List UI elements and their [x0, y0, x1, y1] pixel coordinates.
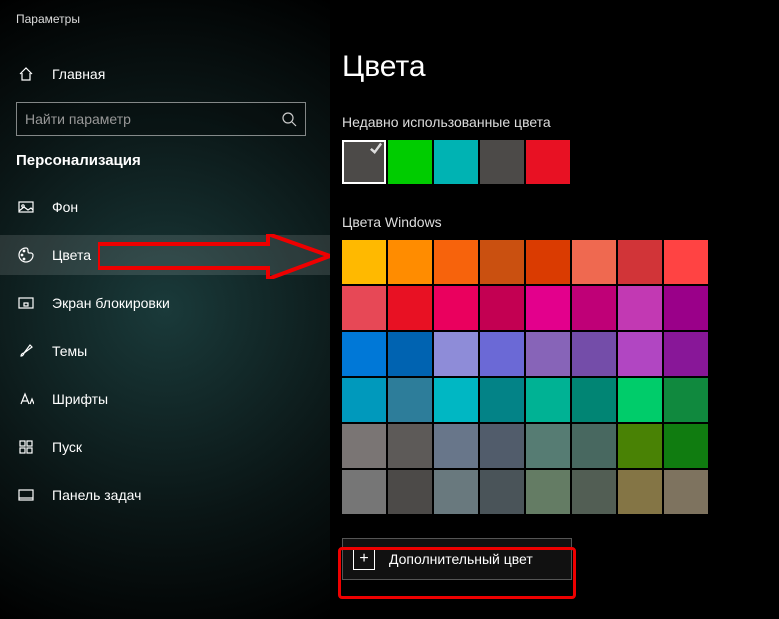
color-swatch[interactable] [664, 424, 708, 468]
sidebar-item-label: Панель задач [52, 487, 141, 503]
color-swatch[interactable] [480, 286, 524, 330]
recent-color-swatch[interactable] [480, 140, 524, 184]
color-swatch[interactable] [388, 378, 432, 422]
color-swatch[interactable] [434, 332, 478, 376]
plus-icon: + [353, 548, 375, 570]
font-icon [16, 389, 36, 409]
color-swatch[interactable] [526, 332, 570, 376]
color-swatch[interactable] [664, 378, 708, 422]
nav-home[interactable]: Главная [0, 54, 330, 94]
color-swatch[interactable] [480, 424, 524, 468]
search-box[interactable] [16, 102, 306, 136]
color-swatch[interactable] [388, 424, 432, 468]
color-swatch[interactable] [664, 332, 708, 376]
sidebar-item-label: Шрифты [52, 391, 108, 407]
search-input[interactable] [25, 111, 281, 127]
color-swatch[interactable] [618, 286, 662, 330]
color-swatch[interactable] [480, 378, 524, 422]
color-swatch[interactable] [664, 470, 708, 514]
start-icon [16, 437, 36, 457]
windows-colors-label: Цвета Windows [342, 214, 779, 230]
taskbar-icon [16, 485, 36, 505]
color-swatch[interactable] [572, 470, 616, 514]
sidebar-item-picture[interactable]: Фон [0, 187, 330, 227]
home-icon [16, 64, 36, 84]
color-swatch[interactable] [618, 470, 662, 514]
sidebar-item-label: Цвета [52, 247, 91, 263]
sidebar-item-palette[interactable]: Цвета [0, 235, 330, 275]
color-swatch[interactable] [388, 470, 432, 514]
recent-color-swatch[interactable] [388, 140, 432, 184]
sidebar-item-label: Экран блокировки [52, 295, 170, 311]
color-swatch[interactable] [526, 240, 570, 284]
color-swatch[interactable] [388, 240, 432, 284]
color-swatch[interactable] [434, 424, 478, 468]
color-swatch[interactable] [526, 470, 570, 514]
color-swatch[interactable] [434, 240, 478, 284]
brush-icon [16, 341, 36, 361]
sidebar-item-font[interactable]: Шрифты [0, 379, 330, 419]
color-swatch[interactable] [572, 332, 616, 376]
sidebar-item-lockscreen[interactable]: Экран блокировки [0, 283, 330, 323]
color-swatch[interactable] [618, 424, 662, 468]
recent-color-swatch[interactable] [526, 140, 570, 184]
color-swatch[interactable] [342, 378, 386, 422]
color-swatch[interactable] [342, 424, 386, 468]
color-swatch[interactable] [342, 240, 386, 284]
sidebar-item-label: Темы [52, 343, 87, 359]
sidebar-item-label: Фон [52, 199, 78, 215]
color-swatch[interactable] [342, 332, 386, 376]
main-panel: Цвета Недавно использованные цвета Цвета… [330, 0, 779, 619]
color-swatch[interactable] [388, 332, 432, 376]
color-swatch[interactable] [618, 240, 662, 284]
color-swatch[interactable] [434, 470, 478, 514]
section-title: Персонализация [16, 152, 330, 169]
color-swatch[interactable] [434, 378, 478, 422]
color-swatch[interactable] [526, 378, 570, 422]
sidebar-item-taskbar[interactable]: Панель задач [0, 475, 330, 515]
nav-home-label: Главная [52, 66, 105, 82]
custom-color-button[interactable]: + Дополнительный цвет [342, 538, 572, 580]
color-swatch[interactable] [342, 470, 386, 514]
color-swatch[interactable] [572, 378, 616, 422]
color-swatch[interactable] [618, 378, 662, 422]
window-title: Параметры [16, 12, 330, 26]
recent-colors-row [342, 140, 779, 184]
color-swatch[interactable] [388, 286, 432, 330]
color-swatch[interactable] [480, 470, 524, 514]
color-swatch[interactable] [526, 424, 570, 468]
search-icon [281, 111, 297, 127]
color-swatch[interactable] [664, 286, 708, 330]
color-swatch[interactable] [572, 240, 616, 284]
lockscreen-icon [16, 293, 36, 313]
custom-color-label: Дополнительный цвет [389, 551, 533, 567]
color-swatch[interactable] [572, 286, 616, 330]
page-title: Цвета [342, 50, 779, 84]
palette-icon [16, 245, 36, 265]
sidebar-item-label: Пуск [52, 439, 82, 455]
color-swatch[interactable] [526, 286, 570, 330]
windows-colors-grid [342, 240, 779, 514]
color-swatch[interactable] [480, 240, 524, 284]
sidebar-item-brush[interactable]: Темы [0, 331, 330, 371]
color-swatch[interactable] [480, 332, 524, 376]
color-swatch[interactable] [434, 286, 478, 330]
recent-colors-label: Недавно использованные цвета [342, 114, 779, 130]
recent-color-swatch[interactable] [434, 140, 478, 184]
color-swatch[interactable] [342, 286, 386, 330]
recent-color-swatch[interactable] [342, 140, 386, 184]
picture-icon [16, 197, 36, 217]
color-swatch[interactable] [572, 424, 616, 468]
sidebar: Параметры Главная Персонализация Фон Цвет… [0, 0, 330, 619]
color-swatch[interactable] [618, 332, 662, 376]
color-swatch[interactable] [664, 240, 708, 284]
sidebar-item-start[interactable]: Пуск [0, 427, 330, 467]
